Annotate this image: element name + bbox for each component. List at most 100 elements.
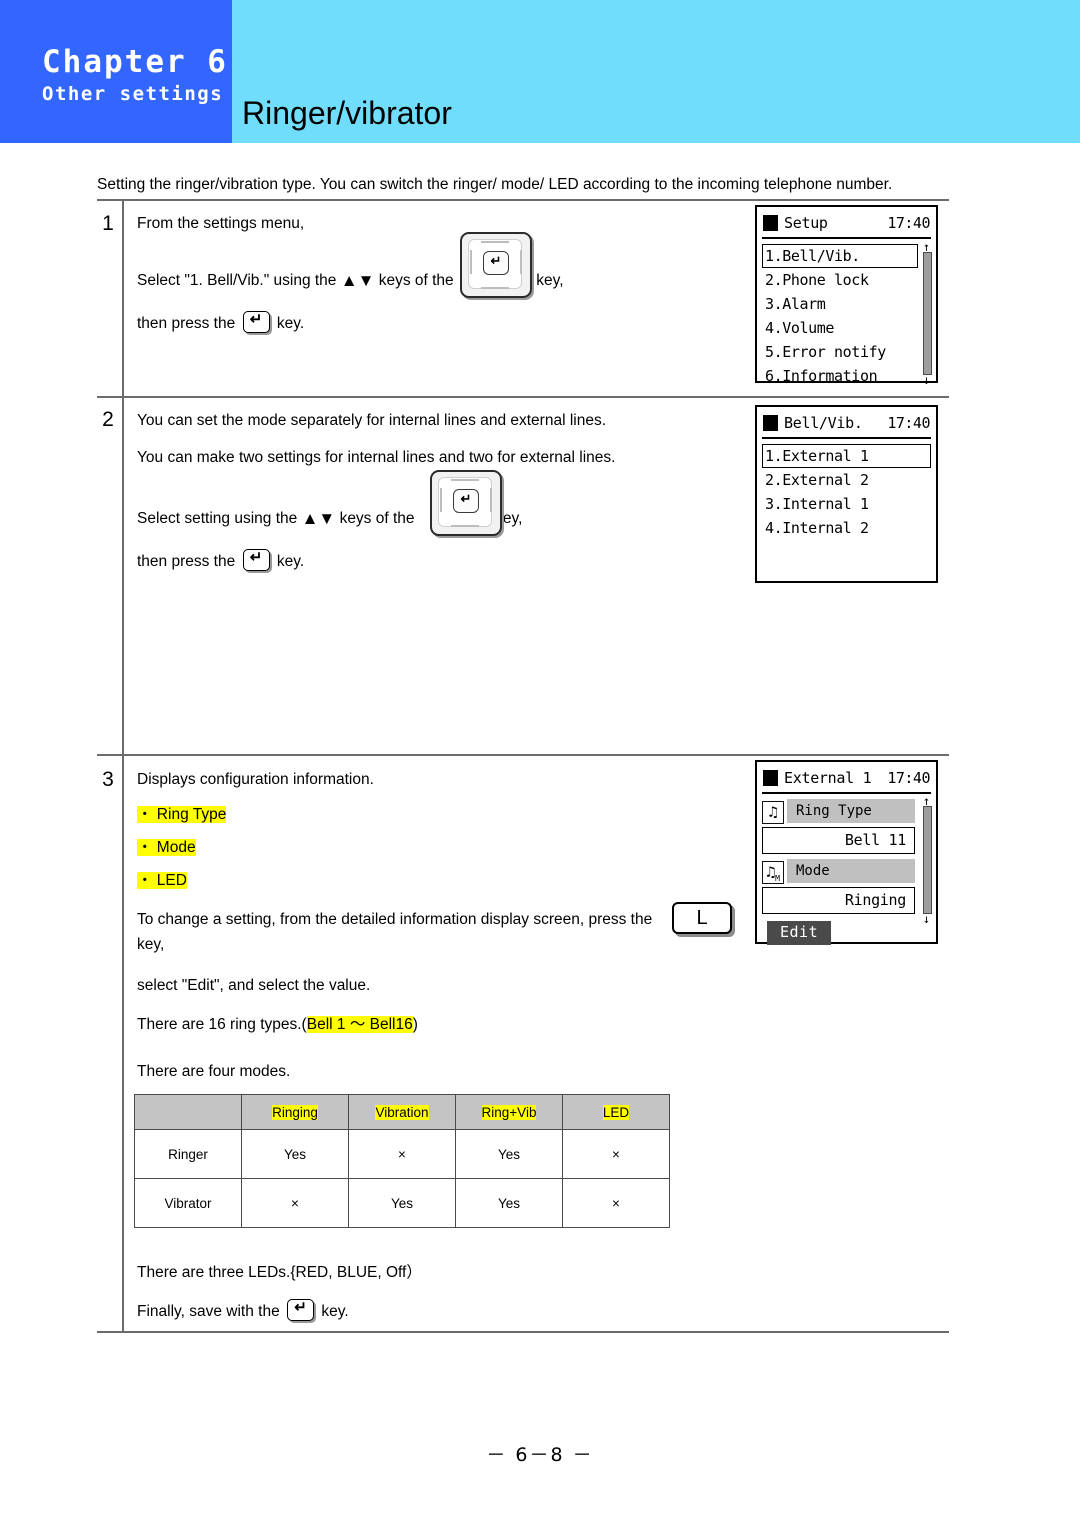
enter-key-icon[interactable] [242, 547, 270, 571]
lcd3-value-mode[interactable]: Ringing [762, 887, 915, 914]
navigation-pad-key[interactable] [430, 470, 502, 536]
table-row: Vibrator × Yes Yes × [134, 1178, 670, 1228]
bullet-mode: ・ Mode [137, 839, 196, 856]
step2-line1: You can set the mode separately for inte… [137, 412, 607, 429]
navpad-tick-bottom [481, 287, 509, 289]
bullet-ring-type: ・ Ring Type [137, 806, 227, 823]
lcd3-row-ring-type: ♫ Ring Type [762, 798, 931, 825]
step-number-3: 3 [102, 768, 114, 791]
step-divider-2 [97, 754, 949, 756]
modes-header-ringing: Ringing [241, 1094, 349, 1130]
lcd1-clock: 17:40 [887, 214, 930, 232]
modes-cell-ringer-ringvib: Yes [455, 1129, 563, 1179]
lcd1-item-4[interactable]: 5.Error notify [762, 340, 918, 364]
step3-line4-b: ) [412, 1016, 418, 1033]
step-number-2: 2 [102, 408, 114, 431]
leds-line: There are three LEDs.{RED, BLUE, Off） [137, 1264, 422, 1281]
step1-line2-a: Select "1. Bell/Vib." using the [137, 272, 337, 289]
lcd3-title: External 1 [784, 769, 872, 787]
page-title: Ringer/vibrator [242, 95, 452, 131]
navpad-enter-key[interactable] [483, 250, 509, 275]
step1-line2-b: keys of the [378, 272, 454, 289]
page-footer: － 6－8 － [486, 1444, 594, 1466]
lcd1-title: Setup [784, 214, 828, 232]
chapter-title: Chapter 6 [42, 44, 228, 80]
navigation-pad-key[interactable] [460, 232, 532, 298]
lcd2-titlebar: Bell/Vib. 17:40 [762, 411, 931, 439]
navpad-tick-top [481, 241, 509, 243]
step2-line3-b: keys of the [339, 510, 415, 527]
navpad-tick-bottom [451, 525, 479, 527]
lcd1-scrollbar[interactable]: ↑ ↓ [920, 241, 932, 386]
lcd2-item-0[interactable]: 1.External 1 [762, 444, 931, 468]
modes-table: Ringing Vibration Ring+Vib LED Ringer Ye… [134, 1094, 670, 1228]
lcd1-scroll-up-icon[interactable]: ↑ [922, 241, 931, 253]
bullet-led: ・ LED [137, 872, 187, 889]
arrow-up-icon: ▲ [340, 271, 358, 290]
lcd3-scroll-down-icon[interactable]: ↓ [922, 913, 931, 925]
lcd1-titlebar: Setup 17:40 [762, 211, 931, 239]
ring-type-range: Bell 1 ～ Bell16 [306, 1016, 413, 1033]
step2-line4-b: key. [276, 553, 305, 570]
l-key-icon[interactable] [672, 902, 732, 934]
modes-header-blank [134, 1094, 242, 1130]
chapter-subtitle: Other settings [42, 83, 224, 105]
navpad-tick-top [451, 479, 479, 481]
modes-cell-ringer-led: × [562, 1129, 670, 1179]
step3-line2-b: key, [137, 936, 165, 953]
step2-line4-a: then press the [137, 553, 236, 570]
intro-text: Setting the ringer/vibration type. You c… [97, 176, 893, 193]
enter-key-icon[interactable] [242, 309, 270, 333]
save-line-b: key. [321, 1303, 349, 1320]
step1-line2-c: key, [536, 272, 564, 289]
lcd3-edit-button[interactable]: Edit [767, 921, 832, 945]
navpad-tick-right [490, 488, 492, 512]
save-line-a: Finally, save with the [137, 1303, 280, 1320]
modes-table-header-row: Ringing Vibration Ring+Vib LED [134, 1094, 670, 1130]
step3-line1: Displays configuration information. [137, 771, 374, 788]
lcd2-list: 1.External 1 2.External 2 3.Internal 1 4… [762, 444, 931, 540]
lcd2-item-2[interactable]: 3.Internal 1 [762, 492, 931, 516]
lcd1-list: 1.Bell/Vib. 2.Phone lock 3.Alarm 4.Volum… [762, 241, 932, 388]
lcd2-item-1[interactable]: 2.External 2 [762, 468, 931, 492]
lcd1-item-1[interactable]: 2.Phone lock [762, 268, 918, 292]
page-header: Chapter 6 Other settings Ringer/vibrator [0, 0, 1080, 143]
lcd1-item-2[interactable]: 3.Alarm [762, 292, 918, 316]
lcd-screen-bell-vib: Bell/Vib. 17:40 1.External 1 2.External … [755, 405, 938, 583]
lcd1-scroll-down-icon[interactable]: ↓ [922, 374, 931, 386]
lcd3-status-square-icon [763, 770, 778, 786]
modes-cell-ringer-vibration: × [348, 1129, 456, 1179]
lcd1-item-3[interactable]: 4.Volume [762, 316, 918, 340]
step-divider-3 [97, 1331, 949, 1333]
navpad-enter-key[interactable] [453, 488, 479, 513]
lcd3-row-mode: ♫M Mode [762, 858, 931, 885]
lcd2-item-3[interactable]: 4.Internal 2 [762, 516, 931, 540]
modes-cell-vibrator-vibration: Yes [348, 1178, 456, 1228]
modes-cell-vibrator-ringing: × [241, 1178, 349, 1228]
step-divider-1 [97, 396, 949, 398]
lcd3-value-ring-type[interactable]: Bell 11 [762, 827, 915, 854]
lcd3-body: ↑ ↓ ♫ Ring Type Bell 11 ♫M Mode Ringing … [762, 795, 932, 950]
music-note-mode-icon: ♫M [762, 861, 784, 884]
lcd1-item-0[interactable]: 1.Bell/Vib. [762, 244, 918, 268]
modes-intro: There are four modes. [137, 1063, 291, 1080]
lcd2-status-square-icon [763, 415, 778, 431]
step2-line3-a: Select setting using the [137, 510, 298, 527]
lcd2-title: Bell/Vib. [784, 414, 863, 432]
step-column-divider [122, 201, 124, 1331]
enter-key-icon[interactable] [287, 1297, 315, 1321]
modes-header-vibration: Vibration [348, 1094, 456, 1130]
modes-row-label-ringer: Ringer [134, 1129, 242, 1179]
step1-line3-a: then press the [137, 315, 236, 332]
lcd1-scroll-thumb[interactable] [923, 252, 932, 375]
lcd1-item-5[interactable]: 6.Information [762, 364, 918, 388]
lcd-screen-external-1: External 1 17:40 ↑ ↓ ♫ Ring Type Bell 11… [755, 760, 938, 945]
table-row: Ringer Yes × Yes × [134, 1129, 670, 1179]
arrow-down-icon: ▼ [357, 271, 375, 290]
navpad-tick-right [520, 250, 522, 274]
modes-cell-vibrator-ringvib: Yes [455, 1178, 563, 1228]
step1-line1: From the settings menu, [137, 215, 305, 232]
navpad-tick-left [440, 488, 442, 512]
lcd1-status-square-icon [763, 215, 778, 231]
navpad-tick-left [470, 250, 472, 274]
